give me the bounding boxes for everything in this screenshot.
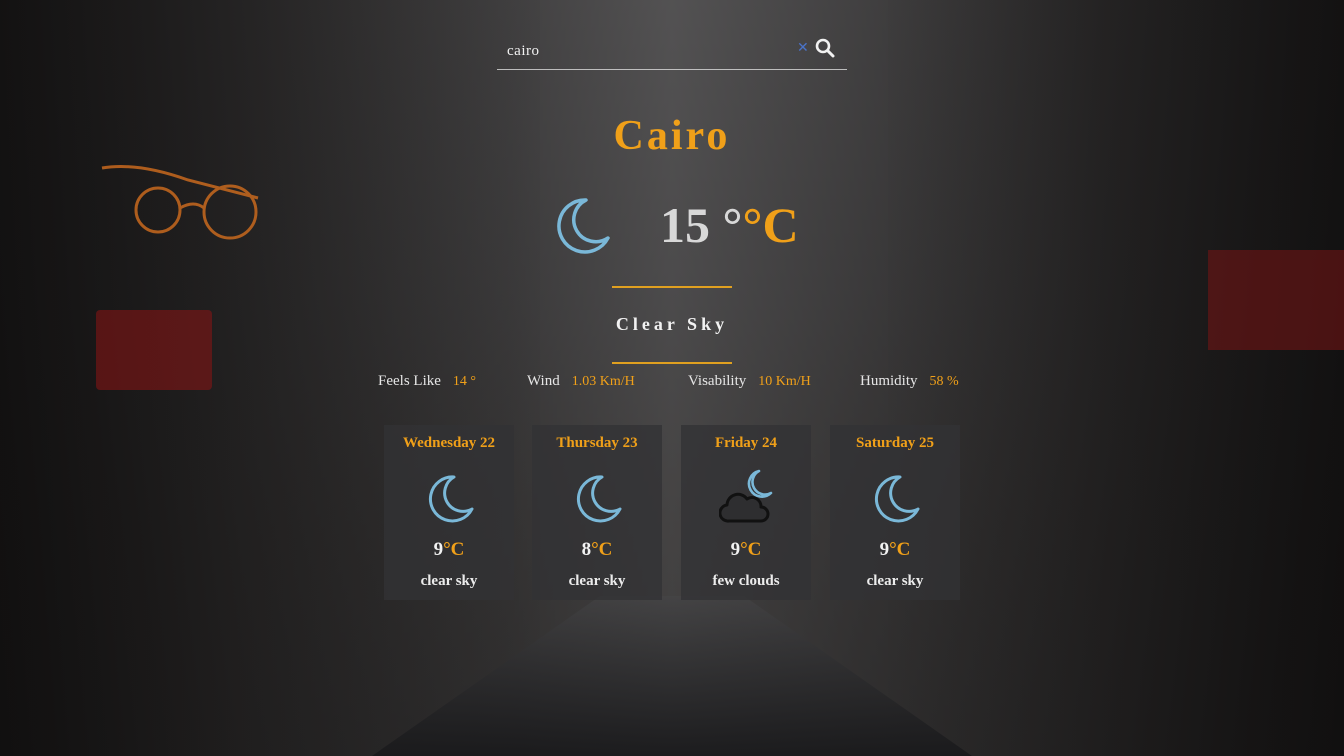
forecast-temp-value: 9 [433,539,444,560]
background-neon-glasses [101,165,259,240]
forecast-temperature: 8°C [532,539,662,561]
forecast-temperature: 9°C [384,539,514,561]
city-name: Cairo [613,113,731,159]
forecast-card: Friday 24 9°C few clouds [681,425,811,600]
forecast-card: Wednesday 22 9°C clear sky [384,425,514,600]
cloud-moon-icon [719,469,773,523]
detail-value: 14 ° [452,374,477,389]
temperature-value: 15 ° [660,197,743,253]
forecast-temperature: 9°C [681,539,811,561]
detail-wind: Wind 1.03 Km/H [527,373,635,390]
moon-icon [577,475,622,523]
detail-humidity: Humidity 58 % [860,373,959,390]
search-icon[interactable] [815,38,835,58]
background-shop-sign [1208,250,1344,350]
forecast-temp-value: 8 [581,539,592,560]
forecast-temp-unit: °C [443,539,465,560]
divider [612,362,732,364]
moon-icon [875,475,920,523]
forecast-day: Thursday 23 [556,435,638,451]
moon-icon [429,475,474,523]
forecast-temp-value: 9 [730,539,741,560]
detail-value: 58 % [929,374,959,389]
search-input[interactable] [505,37,789,65]
clear-icon[interactable]: ✕ [797,41,809,55]
forecast-card: Saturday 25 9°C clear sky [830,425,960,600]
forecast-description: clear sky [420,573,478,589]
search-bar: ✕ [497,33,847,70]
forecast-temp-unit: °C [740,539,762,560]
detail-label: Feels Like [378,373,441,389]
forecast-description: clear sky [866,573,924,589]
detail-label: Visability [688,373,747,389]
detail-label: Humidity [860,373,918,389]
detail-visibility: Visability 10 Km/H [688,373,811,390]
forecast-description: clear sky [568,573,626,589]
detail-value: 1.03 Km/H [571,374,635,389]
weather-details: Feels Like 14 ° Wind 1.03 Km/H Visability 1… [0,373,1344,393]
forecast-temp-value: 9 [879,539,890,560]
detail-value: 10 Km/H [758,374,811,389]
forecast-day: Saturday 25 [856,435,934,451]
forecast-temp-unit: °C [889,539,911,560]
detail-label: Wind [527,373,560,389]
divider [612,286,732,288]
moon-icon [557,198,610,254]
current-temperature: 15 °°C [660,196,799,256]
forecast-temp-unit: °C [591,539,613,560]
temperature-unit: °C [742,197,799,253]
forecast-card: Thursday 23 8°C clear sky [532,425,662,600]
forecast-temperature: 9°C [830,539,960,561]
forecast-day: Wednesday 22 [402,435,496,451]
forecast-day: Friday 24 [714,435,778,451]
detail-feels-like: Feels Like 14 ° [378,373,476,390]
forecast-description: few clouds [712,573,780,589]
weather-description: Clear Sky [615,314,729,334]
